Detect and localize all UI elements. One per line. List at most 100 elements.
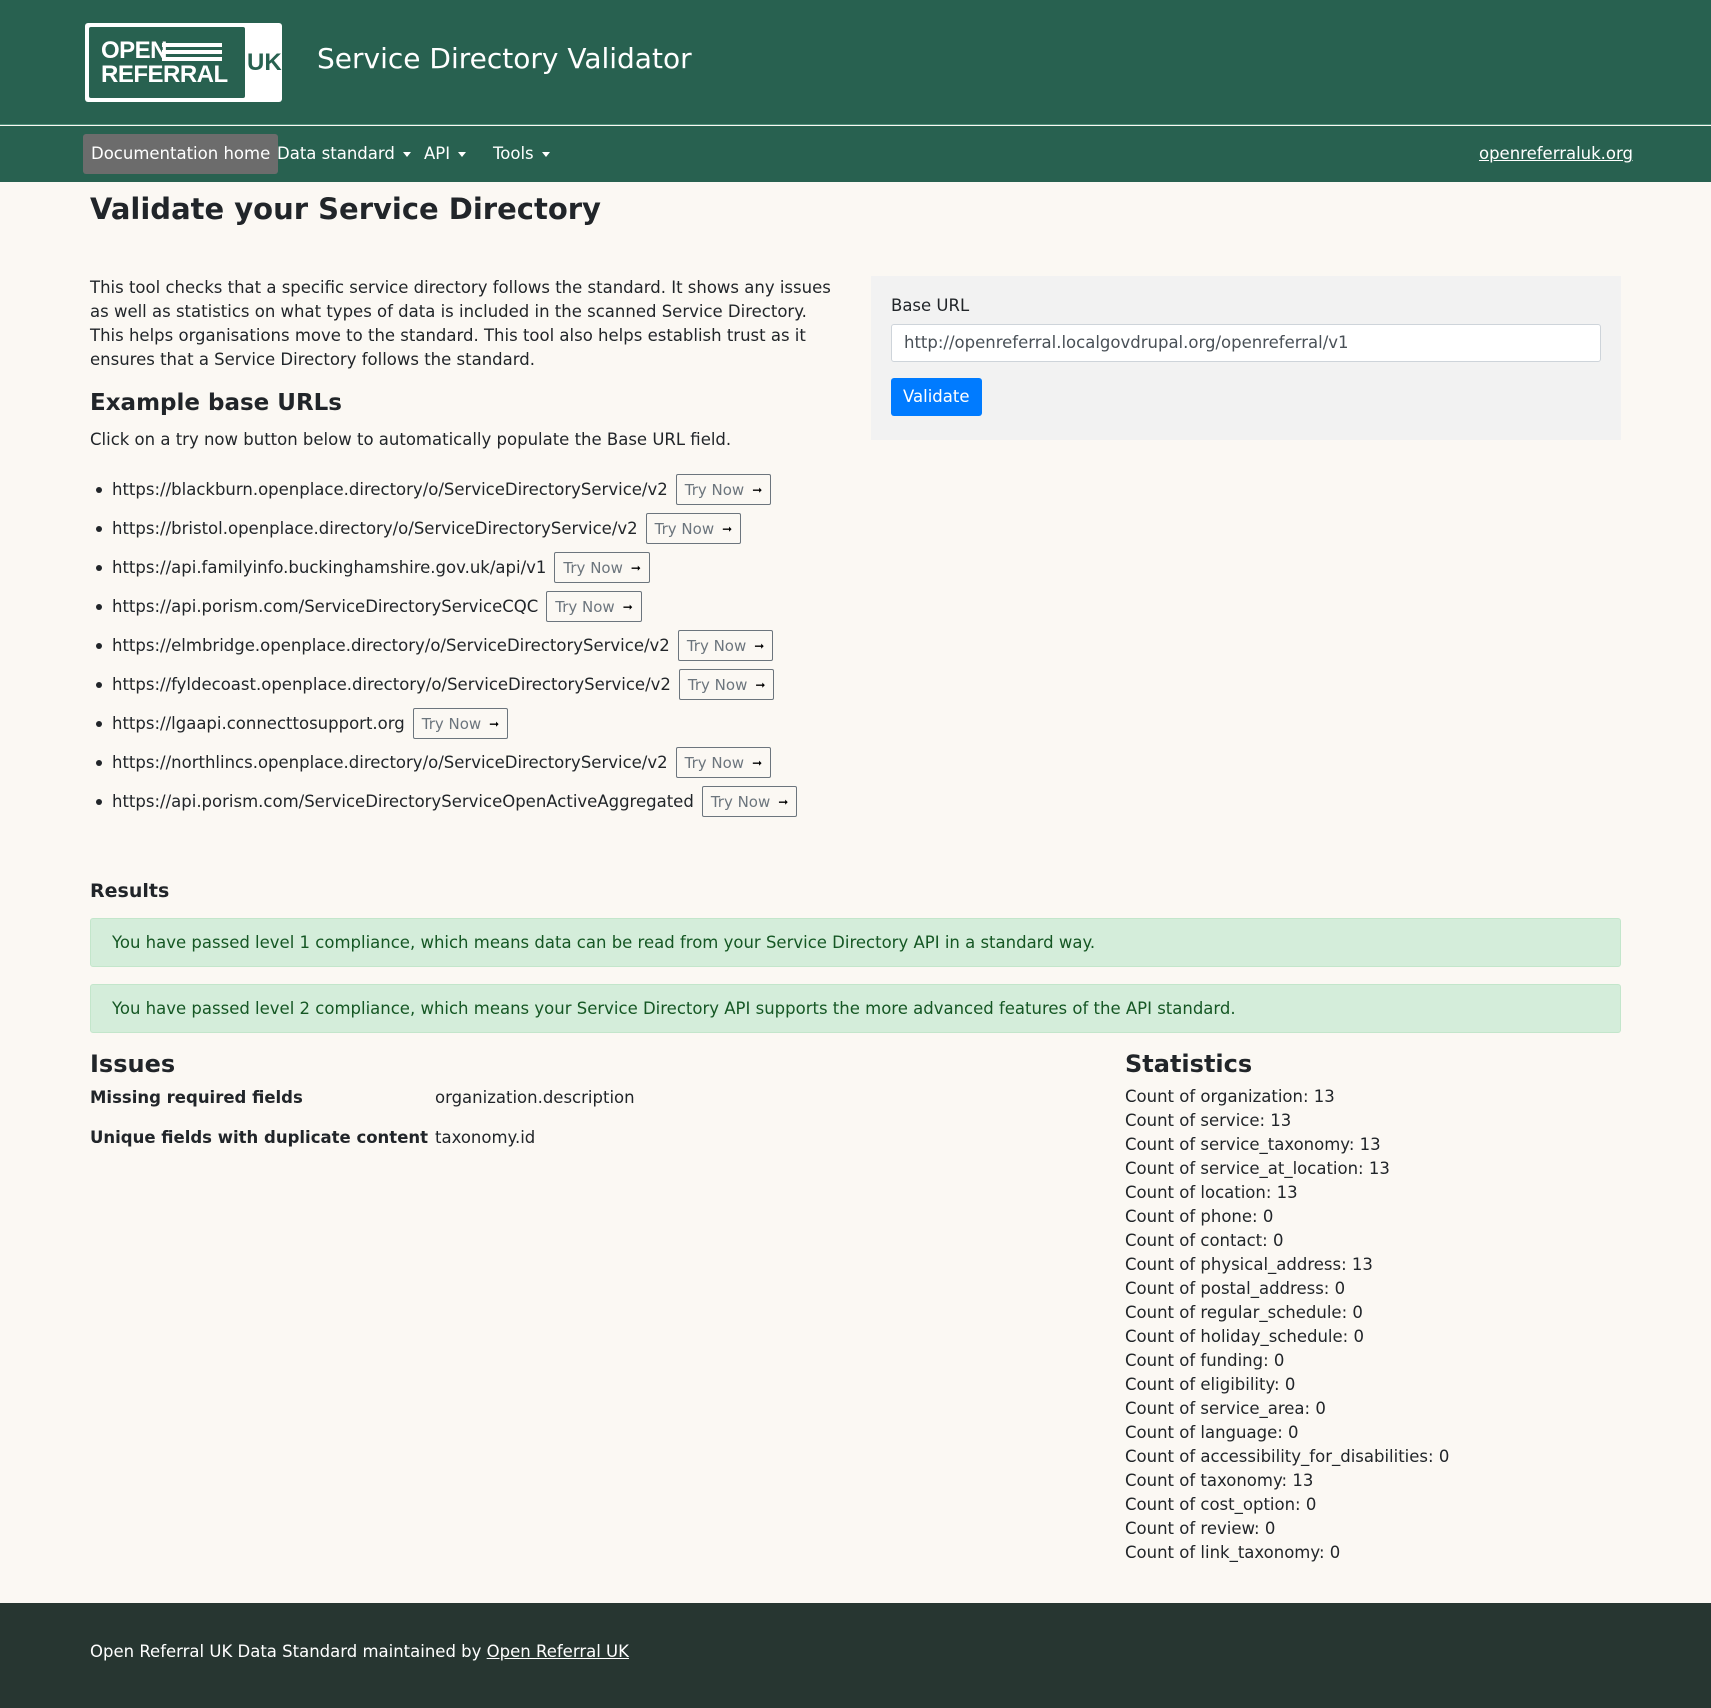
statistic-item: Count of service_taxonomy: 13 [1125, 1135, 1381, 1154]
example-url-item: https://northlincs.openplace.directory/o… [96, 743, 797, 782]
statistic-item: Count of organization: 13 [1125, 1087, 1335, 1106]
arrow-right-icon: ➞ [630, 560, 641, 575]
caret-down-icon [541, 152, 550, 157]
statistic-item: Count of service_area: 0 [1125, 1399, 1326, 1418]
bullet-icon [96, 720, 102, 727]
bullet-icon [96, 759, 102, 766]
try-now-button[interactable]: Try Now ➞ [554, 552, 650, 583]
caret-down-icon [458, 152, 467, 157]
example-url: https://blackburn.openplace.directory/o/… [112, 480, 668, 499]
bullet-icon [96, 603, 102, 610]
statistic-item: Count of service_at_location: 13 [1125, 1159, 1390, 1178]
try-now-button[interactable]: Try Now ➞ [645, 513, 742, 544]
issue-row: Unique fields with duplicate content taxo… [90, 1128, 536, 1147]
statistic-item: Count of funding: 0 [1125, 1351, 1285, 1370]
bullet-icon [96, 642, 102, 649]
statistics-heading: Statistics [1125, 1050, 1253, 1078]
example-url: https://api.porism.com/ServiceDirectoryS… [112, 597, 539, 616]
site-footer: Open Referral UK Data Standard maintaine… [0, 1603, 1711, 1708]
statistic-item: Count of postal_address: 0 [1125, 1279, 1346, 1298]
issue-row: Missing required fields organization.desc… [90, 1088, 635, 1107]
results-heading: Results [90, 880, 170, 902]
example-url-item: https://blackburn.openplace.directory/o/… [96, 470, 797, 509]
statistic-item: Count of review: 0 [1125, 1519, 1276, 1538]
bullet-icon [96, 681, 102, 688]
examples-heading: Example base URLs [90, 390, 343, 416]
arrow-right-icon: ➞ [752, 482, 763, 497]
arrow-right-icon: ➞ [754, 638, 765, 653]
example-url-item: https://api.familyinfo.buckinghamshire.g… [96, 548, 797, 587]
nav-documentation-home[interactable]: Documentation home [83, 134, 279, 174]
statistic-item: Count of service: 13 [1125, 1111, 1292, 1130]
bullet-icon [96, 525, 102, 532]
statistic-item: Count of location: 13 [1125, 1183, 1298, 1202]
open-referral-uk-logo[interactable]: OPEN REFERRAL UK [85, 23, 282, 102]
nav-tools[interactable]: Tools [485, 134, 558, 174]
examples-hint: Click on a try now button below to autom… [90, 430, 732, 449]
statistic-item: Count of physical_address: 13 [1125, 1255, 1373, 1274]
nav-data-standard[interactable]: Data standard [269, 134, 419, 174]
try-now-button[interactable]: Try Now ➞ [677, 630, 774, 661]
try-now-button[interactable]: Try Now ➞ [678, 669, 775, 700]
try-now-button[interactable]: Try Now ➞ [546, 591, 642, 622]
example-url-item: https://api.porism.com/ServiceDirectoryS… [96, 587, 797, 626]
example-url: https://api.familyinfo.buckinghamshire.g… [112, 558, 547, 577]
example-url-item: https://fyldecoast.openplace.directory/o… [96, 665, 797, 704]
base-url-input[interactable]: http://openreferral.localgovdrupal.org/o… [891, 324, 1601, 362]
example-url: https://elmbridge.openplace.directory/o/… [112, 636, 670, 655]
example-url: https://fyldecoast.openplace.directory/o… [112, 675, 671, 694]
level-1-alert: You have passed level 1 compliance, whic… [90, 918, 1621, 967]
try-now-button[interactable]: Try Now ➞ [675, 747, 772, 778]
try-now-button[interactable]: Try Now ➞ [675, 474, 772, 505]
nav-api[interactable]: API [416, 134, 474, 174]
logo-open: OPEN [101, 37, 168, 64]
caret-down-icon [402, 152, 411, 157]
example-url-item: https://api.porism.com/ServiceDirectoryS… [96, 782, 798, 821]
example-url: https://api.porism.com/ServiceDirectoryS… [112, 792, 694, 811]
statistic-item: Count of language: 0 [1125, 1423, 1299, 1442]
base-url-label: Base URL [891, 296, 970, 315]
statistics-list: Count of organization: 13 Count of servic… [1125, 1085, 1449, 1565]
main-nav: Documentation home Data standard API Too… [0, 126, 1711, 182]
statistic-item: Count of taxonomy: 13 [1125, 1471, 1314, 1490]
page-title: Validate your Service Directory [90, 192, 601, 226]
statistic-item: Count of link_taxonomy: 0 [1125, 1543, 1341, 1562]
try-now-button[interactable]: Try Now ➞ [701, 786, 798, 817]
example-url: https://lgaapi.connecttosupport.org [112, 714, 405, 733]
intro-text: This tool checks that a specific service… [90, 278, 831, 369]
issues-heading: Issues [90, 1050, 176, 1078]
statistic-item: Count of regular_schedule: 0 [1125, 1303, 1363, 1322]
footer-link[interactable]: Open Referral UK [487, 1642, 629, 1661]
arrow-right-icon: ➞ [722, 521, 733, 536]
statistic-item: Count of eligibility: 0 [1125, 1375, 1296, 1394]
example-url: https://bristol.openplace.directory/o/Se… [112, 519, 638, 538]
openreferraluk-link[interactable]: openreferraluk.org [1479, 134, 1633, 174]
example-url-list: https://blackburn.openplace.directory/o/… [96, 470, 798, 821]
example-url: https://northlincs.openplace.directory/o… [112, 753, 668, 772]
arrow-right-icon: ➞ [755, 677, 766, 692]
validate-button[interactable]: Validate [891, 378, 982, 416]
bullet-icon [96, 486, 102, 493]
statistic-item: Count of accessibility_for_disabilities:… [1125, 1447, 1450, 1466]
validate-form: Base URL http://openreferral.localgovdru… [871, 276, 1621, 440]
logo-referral: REFERRAL [101, 61, 228, 88]
statistic-item: Count of phone: 0 [1125, 1207, 1274, 1226]
footer-text: Open Referral UK Data Standard maintaine… [90, 1642, 487, 1661]
arrow-right-icon: ➞ [622, 599, 633, 614]
statistic-item: Count of contact: 0 [1125, 1231, 1284, 1250]
arrow-right-icon: ➞ [752, 755, 763, 770]
bullet-icon [96, 798, 102, 805]
arrow-right-icon: ➞ [778, 794, 789, 809]
try-now-button[interactable]: Try Now ➞ [412, 708, 509, 739]
example-url-item: https://elmbridge.openplace.directory/o/… [96, 626, 797, 665]
bullet-icon [96, 564, 102, 571]
logo-uk: UK [247, 49, 282, 76]
site-title: Service Directory Validator [317, 42, 692, 75]
site-header: OPEN REFERRAL UK Service Directory Valida… [0, 0, 1711, 125]
example-url-item: https://bristol.openplace.directory/o/Se… [96, 509, 797, 548]
level-2-alert: You have passed level 2 compliance, whic… [90, 984, 1621, 1033]
statistic-item: Count of holiday_schedule: 0 [1125, 1327, 1364, 1346]
arrow-right-icon: ➞ [489, 716, 500, 731]
example-url-item: https://lgaapi.connecttosupport.org Try N… [96, 704, 797, 743]
statistic-item: Count of cost_option: 0 [1125, 1495, 1317, 1514]
